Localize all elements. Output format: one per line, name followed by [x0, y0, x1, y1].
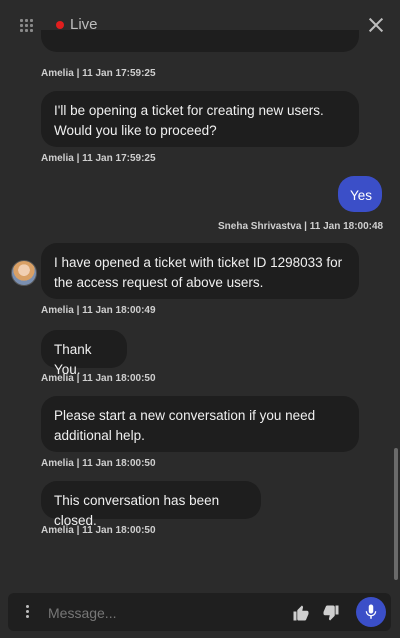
menu-dots-icon[interactable] [26, 605, 30, 619]
thumbs-down-icon[interactable] [322, 604, 340, 622]
microphone-icon [365, 604, 377, 619]
message-bubble: I'll be opening a ticket for creating ne… [41, 91, 359, 147]
message-meta: Amelia | 11 Jan 18:00:50 [41, 525, 156, 536]
message-meta: Amelia | 11 Jan 18:00:49 [41, 305, 156, 316]
message-input[interactable] [46, 601, 280, 625]
chat-scrollbar[interactable] [394, 448, 398, 580]
message-meta: Amelia | 11 Jan 17:59:25 [41, 153, 156, 164]
message-bubble: Please start a new conversation if you n… [41, 396, 359, 452]
user-message-meta: Sneha Shrivastva | 11 Jan 18:00:48 [218, 221, 384, 232]
thumbs-up-icon[interactable] [292, 604, 310, 622]
message-bubble: This conversation has been closed. [41, 481, 261, 528]
message-bubble [41, 30, 359, 52]
message-bubble: Thank You. [41, 330, 127, 377]
message-composer [8, 593, 391, 631]
message-list: Amelia | 11 Jan 17:59:25 I'll be opening… [0, 0, 400, 590]
message-bubble: I have opened a ticket with ticket ID 12… [41, 243, 359, 299]
message-meta: Amelia | 11 Jan 18:00:50 [41, 458, 156, 469]
user-message-bubble: Yes [338, 176, 382, 212]
microphone-button[interactable] [356, 597, 386, 627]
message-meta: Amelia | 11 Jan 18:00:50 [41, 373, 156, 384]
avatar [11, 260, 37, 286]
message-meta: Amelia | 11 Jan 17:59:25 [41, 68, 156, 79]
